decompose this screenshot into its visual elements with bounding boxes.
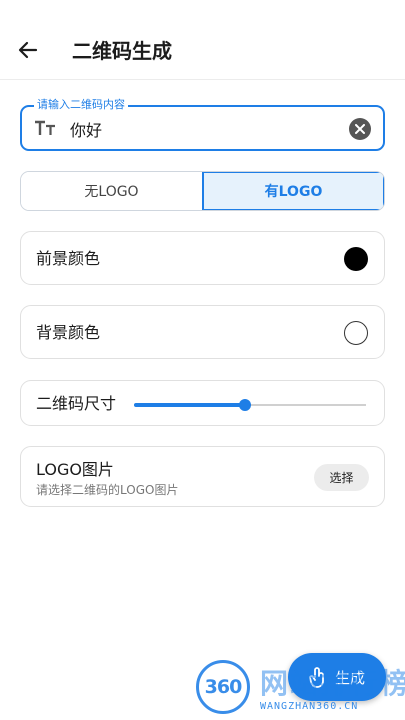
content-input-field[interactable]: 请输入二维码内容 [20,98,385,151]
qr-size-card: 二维码尺寸 [20,380,385,426]
logo-image-subtitle: 请选择二维码的LOGO图片 [36,483,179,497]
clear-button[interactable] [349,118,371,140]
clear-circle-icon [355,124,365,134]
slider-fill [134,403,246,407]
background-color-swatch[interactable] [344,321,368,345]
foreground-color-label: 前景颜色 [36,249,101,268]
background-color-card[interactable]: 背景颜色 [20,305,385,359]
watermark-number: 360 [204,676,243,698]
no-logo-option[interactable]: 无LOGO [21,172,202,210]
background-color-label: 背景颜色 [36,323,101,342]
watermark-360-logo: 360 [196,660,250,714]
logo-image-card: LOGO图片 请选择二维码的LOGO图片 选择 [20,446,385,507]
select-logo-button[interactable]: 选择 [314,464,369,491]
slider-thumb[interactable] [239,399,252,411]
generate-button-label: 生成 [334,668,365,687]
arrow-left-icon [18,41,38,59]
page-title: 二维码生成 [72,39,172,63]
foreground-color-card[interactable]: 前景颜色 [20,231,385,285]
content-input-label: 请输入二维码内容 [34,98,128,112]
back-button[interactable] [14,36,42,64]
foreground-color-swatch[interactable] [344,247,368,271]
touch-hand-icon [309,667,324,688]
content-input[interactable] [70,115,340,143]
qr-size-slider[interactable] [134,399,366,411]
logo-toggle: 无LOGO 有LOGO [20,171,385,211]
qr-size-label: 二维码尺寸 [36,394,117,413]
watermark-url: WANGZHAN360.CN [260,701,359,712]
with-logo-option[interactable]: 有LOGO [202,172,384,210]
generate-button[interactable]: 生成 [288,653,386,701]
logo-image-title: LOGO图片 [36,460,114,479]
app-bar: 二维码生成 [0,0,405,80]
text-size-icon [35,120,55,135]
